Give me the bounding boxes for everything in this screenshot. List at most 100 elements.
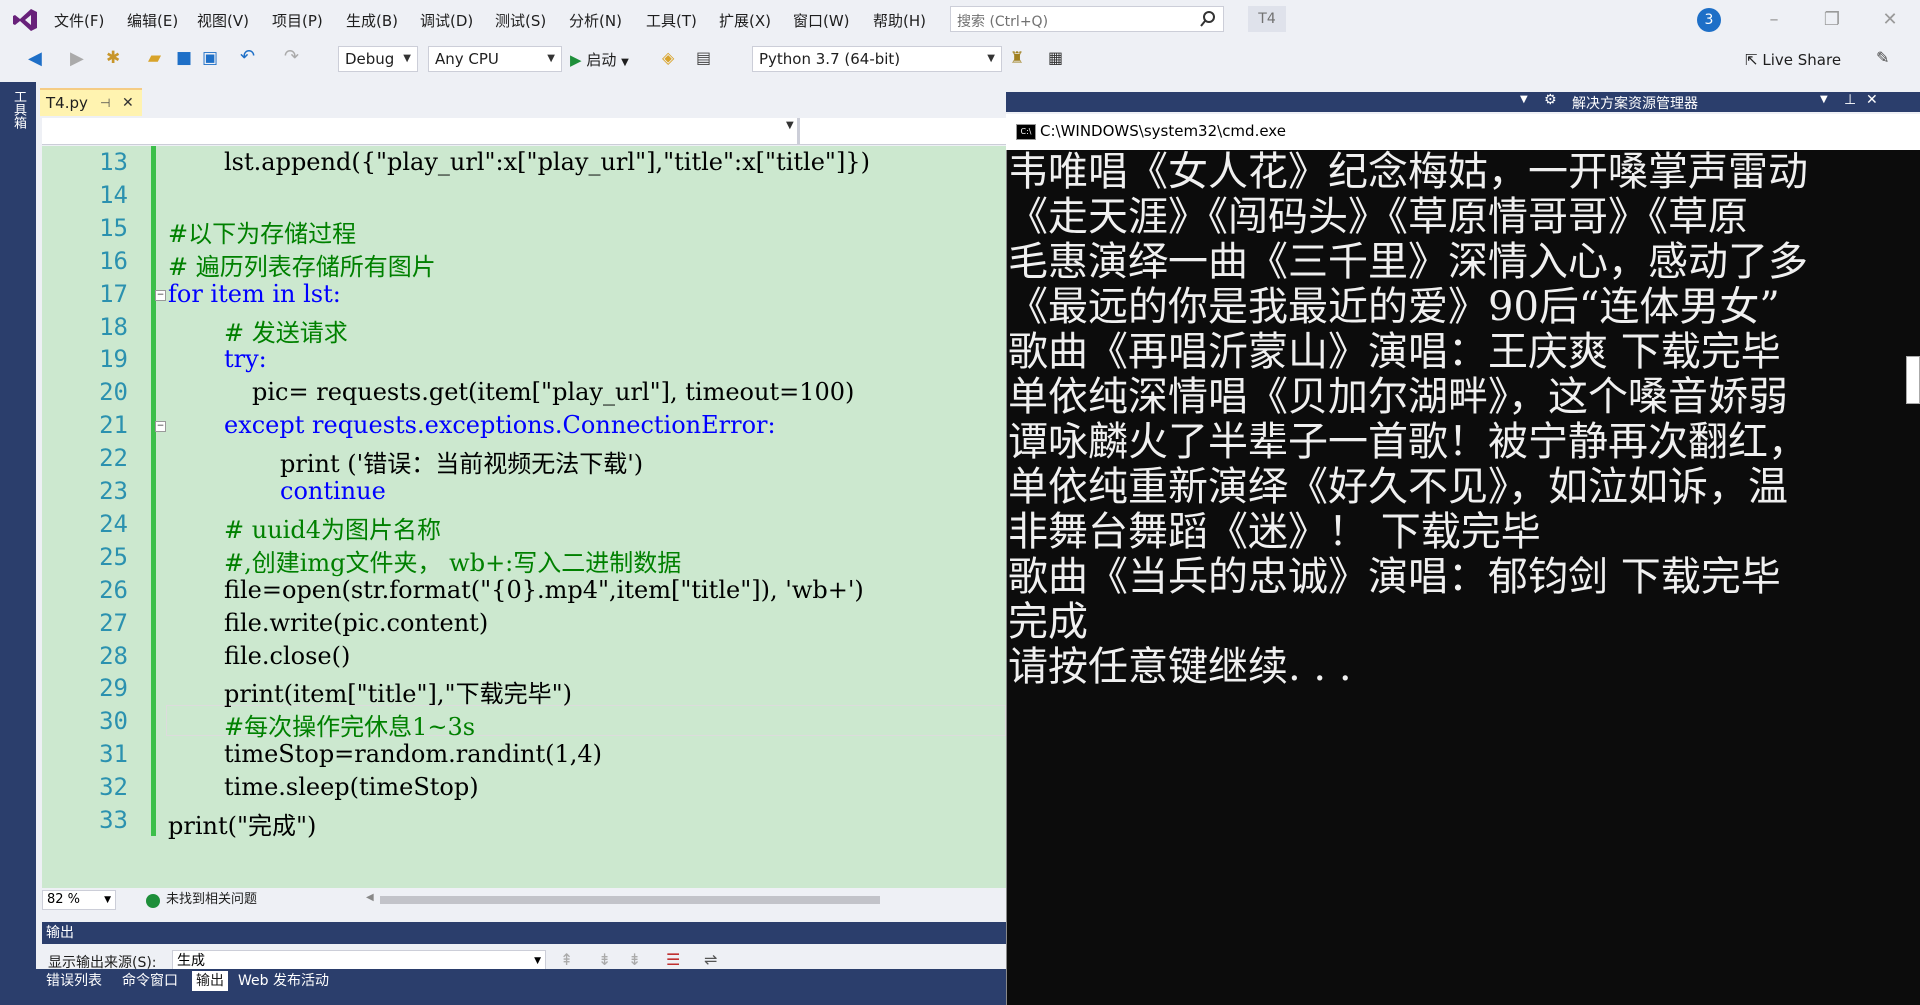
code-line[interactable]: timeStop=random.randint(1,4) bbox=[224, 740, 602, 768]
code-line[interactable]: #每次操作完休息1~3s bbox=[224, 707, 475, 742]
fold-toggle-icon[interactable]: − bbox=[155, 290, 166, 301]
browser-icon[interactable]: ▤ bbox=[696, 48, 716, 68]
chevron-down-icon[interactable]: ▼ bbox=[1820, 94, 1828, 105]
code-line[interactable]: print("完成") bbox=[168, 806, 316, 841]
save-all-icon[interactable]: ▣ bbox=[202, 48, 222, 68]
code-line[interactable]: # 遍历列表存储所有图片 bbox=[168, 247, 436, 282]
menu-analyze[interactable]: 分析(N) bbox=[569, 10, 622, 31]
undo-icon[interactable]: ↶ bbox=[240, 46, 260, 67]
code-line[interactable]: file.write(pic.content) bbox=[224, 609, 488, 637]
code-line[interactable]: file.close() bbox=[224, 642, 350, 670]
zoom-select[interactable]: 82 % ▼ bbox=[42, 890, 116, 910]
find-icon[interactable]: ⇟ bbox=[628, 950, 641, 969]
code-line[interactable]: file=open(str.format("{0}.mp4",item["tit… bbox=[224, 576, 864, 604]
live-share-button[interactable]: ⇱ Live Share bbox=[1745, 48, 1841, 72]
cmd-icon: C:\ bbox=[1016, 124, 1036, 140]
toolbox-tab[interactable]: 工具箱 bbox=[8, 90, 28, 129]
horizontal-scrollbar[interactable] bbox=[380, 896, 880, 904]
output-source-value: 生成 bbox=[177, 953, 205, 969]
live-share-label: Live Share bbox=[1762, 51, 1842, 69]
chevron-down-icon[interactable]: ▼ bbox=[786, 120, 794, 131]
code-line[interactable]: # uuid4为图片名称 bbox=[224, 510, 441, 545]
cmd-scrollbar[interactable] bbox=[1906, 356, 1920, 404]
python-env-select[interactable]: Python 3.7 (64-bit) ▼ bbox=[752, 46, 1002, 72]
config-select[interactable]: Debug ▼ bbox=[338, 46, 418, 72]
cmd-output-line: 非舞台舞蹈《迷》！ 下载完毕 bbox=[1008, 509, 1541, 555]
platform-select[interactable]: Any CPU ▼ bbox=[428, 46, 562, 72]
open-folder-icon[interactable]: ▰ bbox=[148, 48, 168, 68]
tab-t4-py[interactable]: T4.py ⊣ ✕ bbox=[40, 88, 142, 116]
line-number: 21 bbox=[99, 411, 128, 439]
change-tracking-bar bbox=[151, 146, 156, 836]
code-line[interactable]: for item in lst: bbox=[168, 280, 341, 308]
code-line[interactable]: continue bbox=[280, 477, 386, 505]
cmd-output-line: 《走天涯》《闯码头》《草原情哥哥》《草原 bbox=[1008, 194, 1748, 240]
tab-output[interactable]: 输出 bbox=[192, 971, 228, 991]
code-line[interactable]: except requests.exceptions.ConnectionErr… bbox=[224, 411, 776, 439]
menu-file[interactable]: 文件(F) bbox=[54, 10, 104, 31]
start-button[interactable]: ▶ 启动 ▼ bbox=[570, 48, 629, 72]
line-number: 15 bbox=[99, 214, 128, 242]
attach-icon[interactable]: ◈ bbox=[662, 48, 682, 68]
close-tab-icon[interactable]: ✕ bbox=[122, 90, 134, 116]
tab-web-publish[interactable]: Web 发布活动 bbox=[234, 971, 333, 991]
close-icon[interactable]: ✕ bbox=[1866, 92, 1878, 108]
code-line[interactable]: #以下为存储过程 bbox=[168, 214, 356, 249]
fold-toggle-icon[interactable]: − bbox=[155, 421, 166, 432]
code-line[interactable]: try: bbox=[224, 345, 267, 373]
line-number: 17 bbox=[99, 280, 128, 308]
feedback-icon[interactable]: ✎ bbox=[1876, 48, 1896, 68]
chevron-down-icon[interactable]: ▼ bbox=[1520, 94, 1528, 105]
cmd-output-line: 毛惠演绎一曲《三千里》深情入心，感动了多 bbox=[1008, 239, 1808, 285]
minimize-icon[interactable]: – bbox=[1762, 8, 1786, 32]
menu-debug[interactable]: 调试(D) bbox=[420, 10, 473, 31]
maximize-icon[interactable]: ❐ bbox=[1820, 8, 1844, 32]
menu-window[interactable]: 窗口(W) bbox=[793, 10, 850, 31]
code-line[interactable]: print(item["title"],"下载完毕") bbox=[224, 674, 572, 709]
forward-arrow-icon[interactable]: ▶ bbox=[70, 48, 90, 69]
menu-project[interactable]: 项目(P) bbox=[272, 10, 323, 31]
menu-edit[interactable]: 编辑(E) bbox=[127, 10, 178, 31]
tab-command-window[interactable]: 命令窗口 bbox=[118, 971, 182, 991]
goto-previous-icon[interactable]: ⇞ bbox=[560, 950, 573, 969]
navigation-bar[interactable] bbox=[42, 118, 1006, 145]
goto-next-icon[interactable]: ⇟ bbox=[598, 950, 611, 969]
pin-icon[interactable]: ⊥ bbox=[1844, 92, 1856, 108]
clear-all-icon[interactable]: ☰ bbox=[666, 950, 680, 969]
notification-badge[interactable]: 3 bbox=[1697, 8, 1721, 32]
redo-icon[interactable]: ↷ bbox=[284, 46, 304, 67]
line-number: 16 bbox=[99, 247, 128, 275]
solution-explorer-title: 解决方案资源管理器 bbox=[1572, 96, 1698, 112]
code-line[interactable]: print ('错误：当前视频无法下载') bbox=[280, 444, 643, 479]
line-number: 29 bbox=[99, 674, 128, 702]
cmd-output-line: 完成 bbox=[1008, 599, 1088, 645]
back-arrow-icon[interactable]: ◀ bbox=[28, 48, 48, 69]
menu-bar: 文件(F) 编辑(E) 视图(V) 项目(P) 生成(B) 调试(D) 测试(S… bbox=[0, 0, 1920, 40]
new-project-icon[interactable]: ✱ bbox=[106, 48, 126, 68]
menu-tools[interactable]: 工具(T) bbox=[646, 10, 697, 31]
close-icon[interactable]: ✕ bbox=[1878, 8, 1902, 32]
tab-error-list[interactable]: 错误列表 bbox=[42, 971, 106, 991]
scroll-left-icon[interactable]: ◀ bbox=[366, 892, 374, 903]
chevron-down-icon: ▼ bbox=[621, 57, 629, 68]
menu-view[interactable]: 视图(V) bbox=[197, 10, 249, 31]
code-line[interactable]: #,创建img文件夹， wb+:写入二进制数据 bbox=[224, 543, 681, 578]
python-env-value: Python 3.7 (64-bit) bbox=[759, 50, 901, 68]
code-line[interactable]: time.sleep(timeStop) bbox=[224, 773, 479, 801]
env-icon[interactable]: ♜ bbox=[1010, 48, 1030, 68]
menu-build[interactable]: 生成(B) bbox=[346, 10, 398, 31]
pin-icon[interactable]: ⊣ bbox=[100, 90, 110, 116]
code-line[interactable]: lst.append({"play_url":x["play_url"],"ti… bbox=[224, 148, 870, 176]
gear-icon[interactable]: ⚙ bbox=[1544, 92, 1557, 108]
search-input[interactable]: 搜索 (Ctrl+Q) bbox=[950, 6, 1224, 32]
issues-status[interactable]: 未找到相关问题 bbox=[166, 890, 257, 910]
start-label: 启动 bbox=[586, 51, 617, 69]
save-icon[interactable]: ■ bbox=[176, 48, 196, 68]
menu-test[interactable]: 测试(S) bbox=[495, 10, 546, 31]
menu-help[interactable]: 帮助(H) bbox=[873, 10, 926, 31]
menu-extensions[interactable]: 扩展(X) bbox=[719, 10, 771, 31]
code-line[interactable]: pic= requests.get(item["play_url"], time… bbox=[252, 378, 854, 406]
code-line[interactable]: # 发送请求 bbox=[224, 313, 348, 348]
layout-icon[interactable]: ▦ bbox=[1048, 48, 1068, 68]
word-wrap-icon[interactable]: ⇌ bbox=[704, 950, 717, 969]
